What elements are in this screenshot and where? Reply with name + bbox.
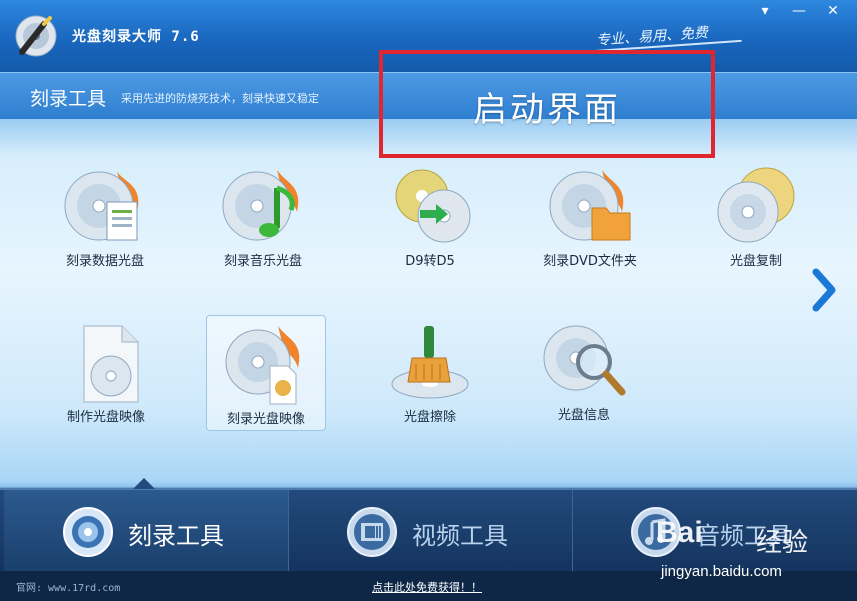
tool-disc-copy[interactable]: 光盘复制	[696, 164, 816, 276]
dvd-convert-icon	[395, 169, 471, 243]
close-button[interactable]: ✕	[822, 2, 844, 20]
tool-disc-erase[interactable]: 光盘擦除	[370, 320, 490, 432]
disc-icon	[63, 507, 113, 557]
watermark-url: jingyan.baidu.com	[661, 563, 782, 580]
dvd-folder-icon	[549, 170, 631, 241]
app-window: 光盘刻录大师 7.6 专业、易用、免费 ▾ — ✕ 刻录工具 采用先进的防烧死技…	[0, 0, 857, 601]
film-icon	[347, 507, 397, 557]
tab-burn-tools[interactable]: 刻录工具	[4, 490, 289, 572]
tool-burn-dvd-folder[interactable]: 刻录DVD文件夹	[530, 164, 650, 276]
tool-label: 刻录数据光盘	[65, 254, 144, 269]
tab-label: 视频工具	[412, 522, 508, 550]
minimize-button[interactable]: —	[788, 2, 810, 20]
annotation-box: 启动界面	[379, 50, 715, 158]
menu-dropdown-button[interactable]: ▾	[754, 2, 776, 20]
tool-label: 光盘信息	[557, 408, 610, 423]
tool-label: 光盘擦除	[403, 410, 456, 425]
tab-audio-tools[interactable]: 音频工具	[572, 490, 856, 572]
music-disc-icon	[222, 170, 299, 241]
tool-disc-info[interactable]: 光盘信息	[524, 318, 644, 430]
watermark-brand-tail: 经验	[756, 528, 809, 558]
burn-image-icon	[225, 326, 300, 405]
tab-video-tools[interactable]: 视频工具	[288, 490, 573, 572]
tool-label: D9转D5	[405, 254, 455, 269]
tool-d9-to-d5[interactable]: D9转D5	[370, 164, 490, 276]
disc-copy-icon	[717, 167, 795, 243]
tool-label: 刻录光盘映像	[226, 412, 305, 427]
promo-link[interactable]: 点击此处免费获得！！	[372, 579, 482, 595]
app-logo-icon	[15, 15, 57, 57]
annotation-text: 启动界面	[473, 90, 621, 130]
app-title: 光盘刻录大师 7.6	[72, 29, 200, 45]
tool-make-disc-image[interactable]: 制作光盘映像	[46, 320, 166, 432]
tab-label: 刻录工具	[128, 522, 224, 550]
section-title: 刻录工具	[30, 88, 107, 110]
tool-label: 制作光盘映像	[66, 410, 145, 425]
disc-erase-icon	[391, 326, 469, 399]
next-page-arrow-icon[interactable]	[808, 268, 838, 312]
tool-burn-disc-image[interactable]: 刻录光盘映像	[206, 315, 326, 431]
tool-burn-music-disc[interactable]: 刻录音乐光盘	[203, 164, 323, 276]
tool-label: 刻录DVD文件夹	[543, 254, 637, 269]
website-link[interactable]: 官网: www.17rd.com	[16, 579, 120, 594]
disc-info-icon	[543, 325, 626, 396]
tool-label: 刻录音乐光盘	[223, 254, 302, 269]
section-description: 采用先进的防烧死技术，刻录快速又稳定	[121, 92, 319, 105]
watermark-brand: Bai	[656, 516, 703, 549]
tool-label: 光盘复制	[729, 254, 782, 269]
tool-burn-data-disc[interactable]: 刻录数据光盘	[45, 164, 165, 276]
make-image-icon	[83, 325, 139, 403]
data-disc-icon	[64, 171, 139, 241]
bottom-tab-bar: 刻录工具 视频工具 音频工具	[0, 489, 857, 572]
